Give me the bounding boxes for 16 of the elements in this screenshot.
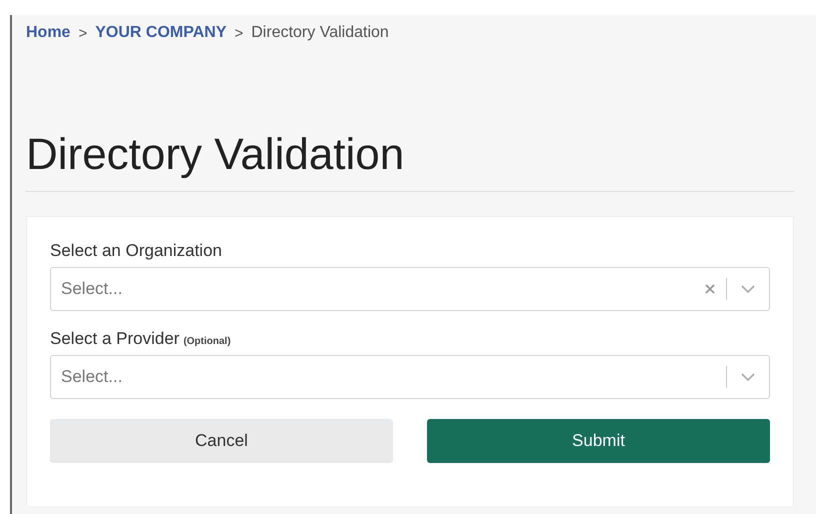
optional-note: (Optional) — [183, 336, 231, 347]
chevron-down-icon[interactable] — [741, 373, 755, 381]
breadcrumb-link[interactable]: Home — [26, 24, 70, 42]
field-label: Select an Organization — [50, 241, 222, 260]
page-title: Directory Validation — [26, 129, 406, 181]
chevron-down-icon[interactable] — [741, 285, 755, 293]
clear-icon[interactable] — [704, 283, 716, 295]
field-label: Select a Provider — [50, 329, 180, 348]
breadcrumb-link[interactable]: YOUR COMPANY — [95, 24, 226, 42]
submit-button[interactable]: Submit — [427, 419, 770, 463]
breadcrumb-separator: > — [234, 24, 244, 42]
breadcrumb-current: Directory Validation — [251, 24, 389, 42]
select-field[interactable]: Select... — [50, 267, 770, 311]
cancel-button[interactable]: Cancel — [50, 419, 393, 463]
select-field[interactable]: Select... — [50, 355, 770, 399]
breadcrumb-separator: > — [78, 24, 88, 42]
